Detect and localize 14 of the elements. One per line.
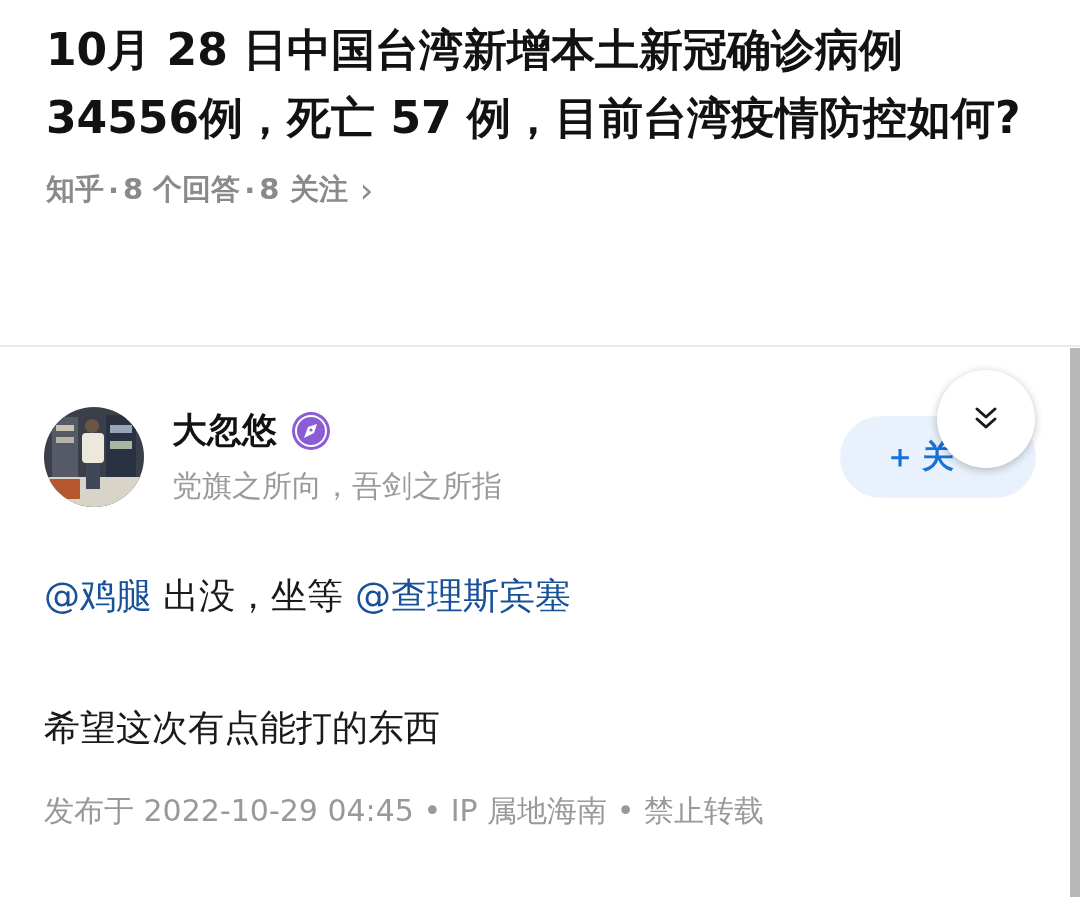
question-meta[interactable]: 8 关注 [259, 170, 348, 210]
question-meta: 知乎 [46, 171, 104, 208]
mention-link[interactable]: @鸡腿 [44, 575, 152, 616]
chevron-icon[interactable]: › [359, 170, 374, 210]
question-title: 10月 28 日中国台湾新增本土新冠确诊病例34556例，死亡 57 例，目前台湾疫情防控如何? [46, 23, 1022, 145]
separator-dot: · [108, 173, 120, 207]
answer-paragraph: @鸡腿 出没，坐等 @查理斯宾塞 [44, 574, 572, 618]
author-motto: 党旗之所向，吾剑之所指 [172, 467, 503, 505]
answer-footer: 发布于 2022-10-29 04:45 • IP 属地海南 • 禁止转载 [44, 791, 1036, 832]
author-name[interactable]: 大忽悠 [172, 407, 277, 454]
mention-link[interactable]: @查理斯宾塞 [354, 575, 571, 616]
separator-dot: · [244, 173, 256, 207]
answer-paragraph: 希望这次有点能打的东西 [44, 706, 441, 750]
question-meta[interactable]: 8 个回答 [123, 170, 241, 210]
